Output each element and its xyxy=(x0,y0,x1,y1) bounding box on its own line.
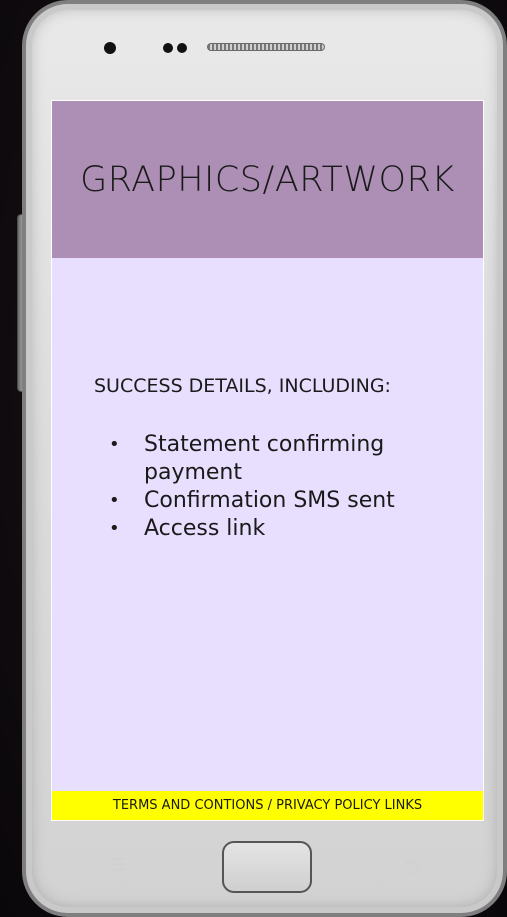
terms-privacy-link[interactable]: TERMS AND CONTIONS / PRIVACY POLICY LINK… xyxy=(113,798,422,813)
success-details-list: • Statement confirming payment • Confirm… xyxy=(107,431,447,543)
list-item-text: Confirmation SMS sent xyxy=(144,488,395,513)
sensor-dot-right xyxy=(177,43,187,53)
phone-screen: GRAPHICS/ARTWORK SUCCESS DETAILS, INCLUD… xyxy=(51,100,484,821)
success-content: SUCCESS DETAILS, INCLUDING: • Statement … xyxy=(52,258,483,793)
page-title: GRAPHICS/ARTWORK xyxy=(80,159,455,200)
earpiece-speaker xyxy=(207,43,325,51)
sensor-dot-left xyxy=(163,43,173,53)
bullet-icon: • xyxy=(109,434,120,455)
mockup-stage: GRAPHICS/ARTWORK SUCCESS DETAILS, INCLUD… xyxy=(0,0,507,917)
graphics-artwork-banner: GRAPHICS/ARTWORK xyxy=(52,101,483,258)
home-button[interactable] xyxy=(222,841,312,893)
list-item: • Confirmation SMS sent xyxy=(107,487,447,515)
list-item: • Statement confirming payment xyxy=(107,431,447,487)
terms-privacy-footer[interactable]: TERMS AND CONTIONS / PRIVACY POLICY LINK… xyxy=(52,791,483,820)
menu-icon[interactable]: ☰ xyxy=(104,856,132,876)
front-camera-dot xyxy=(104,42,116,54)
list-item-text: Statement confirming payment xyxy=(144,432,385,485)
success-heading: SUCCESS DETAILS, INCLUDING: xyxy=(94,375,391,397)
list-item: • Access link xyxy=(107,515,447,543)
bullet-icon: • xyxy=(109,518,120,539)
list-item-text: Access link xyxy=(144,516,266,541)
back-arrow-icon[interactable]: ⮌ xyxy=(398,855,426,877)
bullet-icon: • xyxy=(109,490,120,511)
